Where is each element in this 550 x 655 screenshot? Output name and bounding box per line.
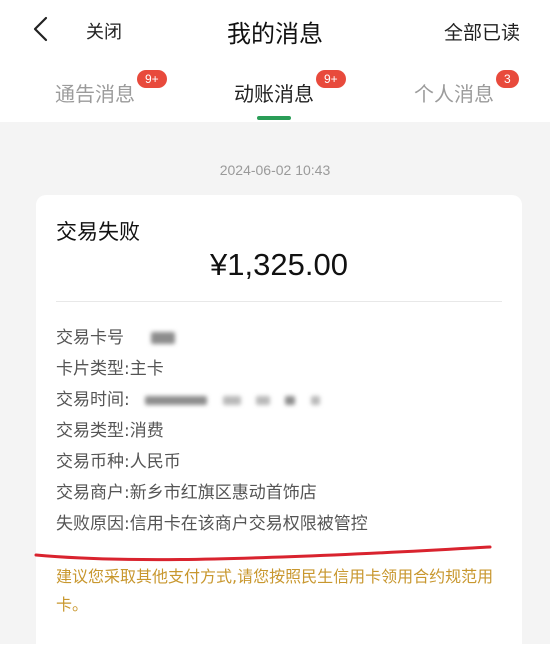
redacted-time xyxy=(285,395,296,405)
redacted-time xyxy=(222,395,241,405)
tab-transactions[interactable]: 动账消息 9+ xyxy=(234,70,346,107)
unread-badge: 9+ xyxy=(137,70,167,88)
message-tabs: 通告消息 9+ 动账消息 9+ 个人消息 3 xyxy=(0,58,550,122)
detail-label: 交易时间: xyxy=(56,390,130,410)
detail-row-merchant: 交易商户:新乡市红旗区惠动首饰店 xyxy=(56,478,506,509)
active-tab-indicator xyxy=(257,116,291,120)
detail-row-type: 交易类型:消费 xyxy=(56,416,506,447)
transaction-amount: ¥1,325.00 xyxy=(210,247,348,282)
redacted-card-number xyxy=(151,332,176,344)
redacted-time xyxy=(255,395,270,405)
close-button[interactable]: 关闭 xyxy=(86,18,122,44)
mark-all-read-button[interactable]: 全部已读 xyxy=(444,18,520,45)
message-title: 交易失败 xyxy=(56,220,140,244)
top-bar: 关闭 我的消息 全部已读 xyxy=(0,0,550,58)
redacted-time xyxy=(310,395,320,405)
detail-label: 交易商户: xyxy=(56,483,130,503)
detail-label: 失败原因: xyxy=(56,514,130,534)
tab-label: 通告消息 xyxy=(55,82,135,106)
tab-label: 个人消息 xyxy=(414,82,494,106)
redacted-time xyxy=(145,395,208,405)
detail-value: 人民币 xyxy=(129,452,181,472)
detail-label: 交易卡号 xyxy=(56,328,124,348)
detail-label: 交易类型: xyxy=(56,421,130,441)
detail-value: 信用卡在该商户交易权限被管控 xyxy=(129,514,368,534)
message-list[interactable]: 2024-06-02 10:43 交易失败 ¥1,325.00 交易卡号 卡片类… xyxy=(0,122,550,655)
transaction-details: 交易卡号 卡片类型:主卡 交易时间: 交易类型:消费 交易币种:人民币 交易商户… xyxy=(56,323,506,540)
tab-announcements[interactable]: 通告消息 9+ xyxy=(55,70,167,107)
detail-row-failure-reason: 失败原因:信用卡在该商户交易权限被管控 xyxy=(56,509,506,540)
unread-badge: 9+ xyxy=(316,70,346,88)
red-underline-annotation xyxy=(34,545,492,562)
detail-row-card-number: 交易卡号 xyxy=(56,323,506,354)
detail-value: 新乡市红旗区惠动首饰店 xyxy=(129,483,317,503)
back-arrow-icon[interactable] xyxy=(30,14,52,44)
detail-value: 消费 xyxy=(129,421,164,441)
detail-row-currency: 交易币种:人民币 xyxy=(56,447,506,478)
advice-text: 建议您采取其他支付方式,请您按照民生信用卡领用合约规范用卡。 xyxy=(56,567,494,614)
message-timestamp: 2024-06-02 10:43 xyxy=(219,162,331,178)
detail-row-card-type: 卡片类型:主卡 xyxy=(56,354,506,385)
tab-personal[interactable]: 个人消息 3 xyxy=(414,70,519,107)
detail-label: 卡片类型: xyxy=(56,359,130,379)
tab-label: 动账消息 xyxy=(234,82,314,106)
detail-value: 主卡 xyxy=(129,359,164,379)
unread-badge: 3 xyxy=(496,70,519,88)
detail-row-time: 交易时间: xyxy=(56,385,506,416)
detail-label: 交易币种: xyxy=(56,452,130,472)
divider xyxy=(56,301,502,302)
